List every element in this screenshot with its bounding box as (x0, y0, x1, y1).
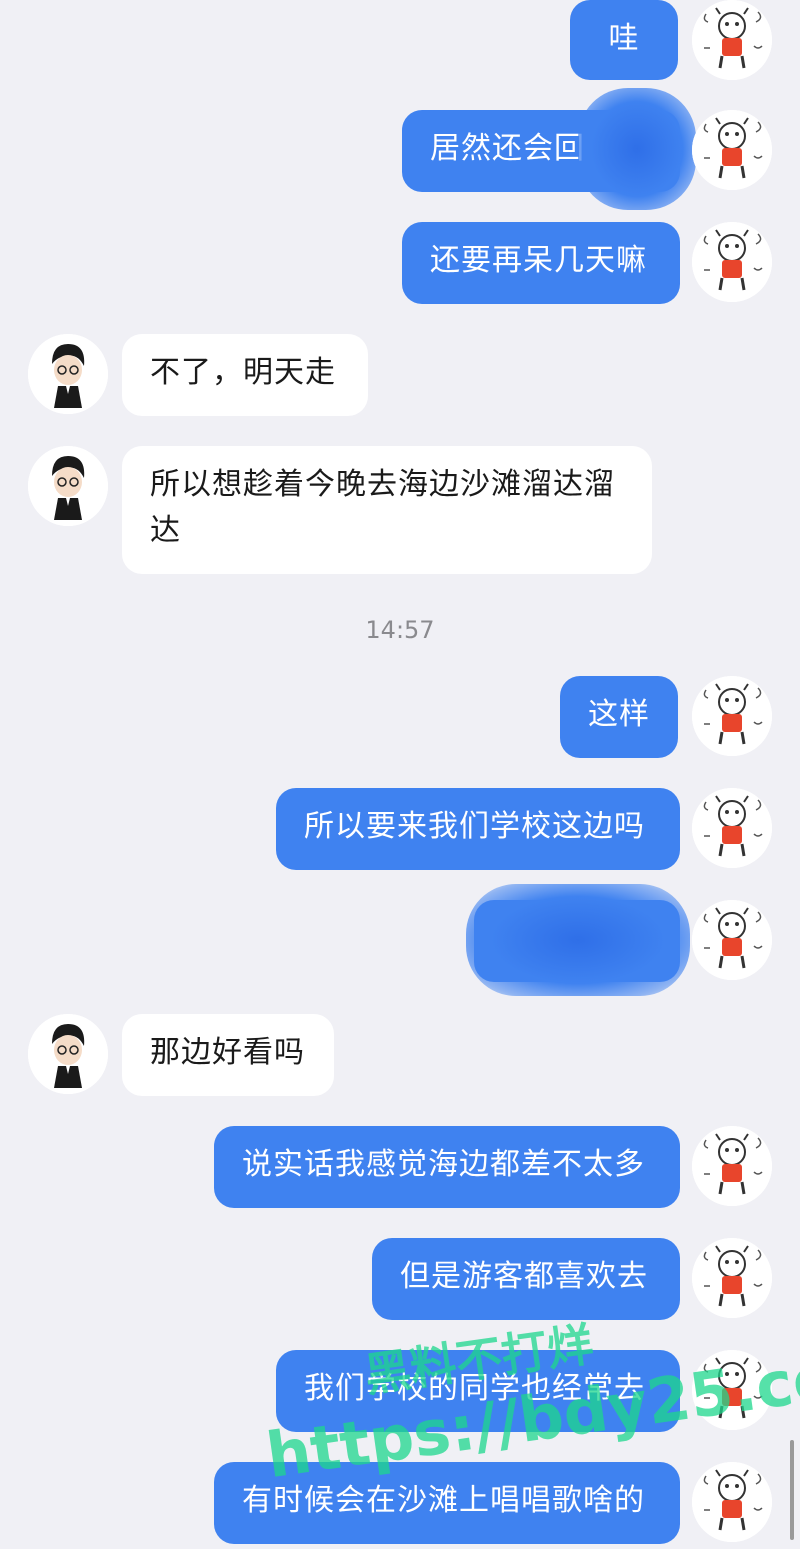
obscuring-scribble (578, 88, 696, 210)
cow-cartoon-icon (692, 1126, 772, 1206)
boy-cartoon-icon (28, 1014, 108, 1094)
message-bubble-outgoing[interactable]: 我们学校的同学也经常去 (276, 1350, 680, 1432)
cow-cartoon-icon (692, 676, 772, 756)
self-avatar[interactable] (692, 0, 772, 80)
contact-avatar[interactable] (28, 446, 108, 526)
cow-cartoon-icon (692, 222, 772, 302)
boy-cartoon-icon (28, 446, 108, 526)
message-bubble-incoming[interactable]: 不了，明天走 (122, 334, 368, 416)
cow-cartoon-icon (692, 1238, 772, 1318)
cow-cartoon-icon (692, 1350, 772, 1430)
scrollbar[interactable] (790, 1440, 794, 1540)
obscuring-scribble (466, 884, 690, 996)
self-avatar[interactable] (692, 1126, 772, 1206)
self-avatar[interactable] (692, 788, 772, 868)
contact-avatar[interactable] (28, 334, 108, 414)
message-bubble-incoming[interactable]: 所以想趁着今晚去海边沙滩溜达溜达 (122, 446, 652, 574)
cow-cartoon-icon (692, 1462, 772, 1542)
self-avatar[interactable] (692, 900, 772, 980)
message-bubble-incoming[interactable]: 那边好看吗 (122, 1014, 334, 1096)
cow-cartoon-icon (692, 110, 772, 190)
self-avatar[interactable] (692, 110, 772, 190)
message-bubble-outgoing[interactable]: 还要再呆几天嘛 (402, 222, 680, 304)
message-bubble-outgoing[interactable]: 有时候会在沙滩上唱唱歌啥的 (214, 1462, 680, 1544)
self-avatar[interactable] (692, 1462, 772, 1542)
boy-cartoon-icon (28, 334, 108, 414)
message-bubble-outgoing[interactable]: 哇 (570, 0, 678, 80)
message-timestamp: 14:57 (365, 616, 435, 644)
self-avatar[interactable] (692, 222, 772, 302)
self-avatar[interactable] (692, 1238, 772, 1318)
message-bubble-outgoing[interactable]: 但是游客都喜欢去 (372, 1238, 680, 1320)
self-avatar[interactable] (692, 676, 772, 756)
message-bubble-outgoing[interactable]: 这样 (560, 676, 678, 758)
message-bubble-outgoing[interactable]: 所以要来我们学校这边吗 (276, 788, 680, 870)
cow-cartoon-icon (692, 788, 772, 868)
cow-cartoon-icon (692, 0, 772, 80)
self-avatar[interactable] (692, 1350, 772, 1430)
cow-cartoon-icon (692, 900, 772, 980)
message-bubble-outgoing[interactable]: 说实话我感觉海边都差不太多 (214, 1126, 680, 1208)
contact-avatar[interactable] (28, 1014, 108, 1094)
